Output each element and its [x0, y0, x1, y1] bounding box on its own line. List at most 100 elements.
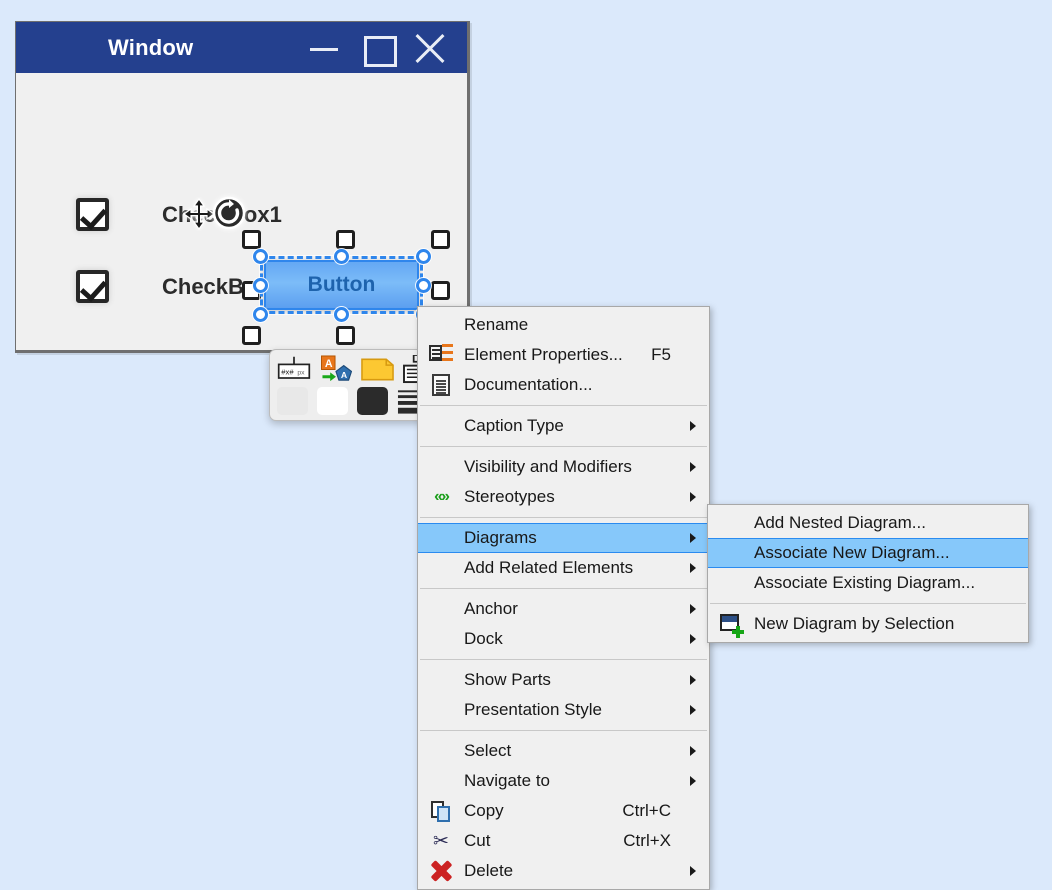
- menu-item-label: Anchor: [464, 599, 518, 618]
- outer-handle-e[interactable]: [431, 281, 450, 300]
- outer-handle-sw[interactable]: [242, 326, 261, 345]
- menu-item-stereotypes[interactable]: «» Stereotypes: [418, 482, 709, 512]
- menu-item-label: Cut: [464, 831, 491, 850]
- menu-item-diagrams[interactable]: Diagrams: [418, 523, 709, 553]
- minimize-icon[interactable]: [307, 31, 341, 65]
- svg-text:#x#: #x#: [281, 367, 294, 376]
- checkbox-2-box[interactable]: [76, 270, 109, 303]
- menu-item-shortcut: Ctrl+C: [622, 801, 671, 820]
- stereotypes-icon: «»: [434, 488, 450, 505]
- menu-separator: [420, 446, 707, 447]
- menu-separator: [710, 603, 1026, 604]
- menu-item-delete[interactable]: Delete: [418, 856, 709, 886]
- rotate-handle[interactable]: [212, 196, 246, 230]
- format-toolbar-row-2: [277, 387, 428, 415]
- menu-item-label: Select: [464, 741, 512, 760]
- menu-separator: [420, 517, 707, 518]
- menu-item-presentation-style[interactable]: Presentation Style: [418, 695, 709, 725]
- new-diagram-by-selection-icon: [719, 612, 744, 638]
- menu-item-copy[interactable]: Copy Ctrl+C: [418, 796, 709, 826]
- cut-icon: ✂: [433, 830, 449, 852]
- resize-handle-w[interactable]: [253, 278, 268, 293]
- outer-handle-nw[interactable]: [242, 230, 261, 249]
- menu-item-cut[interactable]: ✂ Cut Ctrl+X: [418, 826, 709, 856]
- menu-item-select[interactable]: Select: [418, 736, 709, 766]
- context-menu: Rename Element Properties... F5 Documentati…: [417, 306, 710, 890]
- submenu-item-new-diagram-by-selection[interactable]: New Diagram by Selection: [708, 609, 1028, 639]
- menu-item-label: Stereotypes: [464, 487, 555, 506]
- chevron-right-icon: [690, 421, 696, 431]
- chevron-right-icon: [690, 746, 696, 756]
- outer-handle-ne[interactable]: [431, 230, 450, 249]
- resize-handle-nw[interactable]: [253, 249, 268, 264]
- menu-item-shortcut: Ctrl+X: [623, 831, 671, 850]
- submenu-item-associate-existing-diagram[interactable]: Associate Existing Diagram...: [708, 568, 1028, 598]
- chevron-right-icon: [690, 462, 696, 472]
- chevron-right-icon: [690, 563, 696, 573]
- chevron-right-icon: [690, 776, 696, 786]
- menu-item-add-related-elements[interactable]: Add Related Elements: [418, 553, 709, 583]
- maximize-icon[interactable]: [360, 31, 397, 67]
- fill-color-dark-swatch[interactable]: [357, 387, 388, 415]
- diagrams-submenu: Add Nested Diagram... Associate New Diagr…: [707, 504, 1029, 643]
- checkbox-1-box[interactable]: [76, 198, 109, 231]
- menu-item-show-parts[interactable]: Show Parts: [418, 665, 709, 695]
- chevron-right-icon: [690, 705, 696, 715]
- menu-item-label: Diagrams: [464, 528, 537, 547]
- menu-item-label: Rename: [464, 315, 529, 334]
- menu-item-visibility-and-modifiers[interactable]: Visibility and Modifiers: [418, 452, 709, 482]
- menu-item-label: Caption Type: [464, 416, 564, 435]
- fill-color-white-swatch[interactable]: [317, 387, 348, 415]
- menu-item-label: Add Nested Diagram...: [754, 513, 926, 532]
- window-title: Window: [108, 34, 194, 60]
- menu-item-caption-type[interactable]: Caption Type: [418, 411, 709, 441]
- chevron-right-icon: [690, 533, 696, 543]
- menu-item-rename[interactable]: Rename: [418, 310, 709, 340]
- menu-item-label: Documentation...: [464, 375, 593, 394]
- menu-item-label: Navigate to: [464, 771, 550, 790]
- element-properties-icon: [429, 343, 453, 367]
- menu-separator: [420, 588, 707, 589]
- chevron-right-icon: [690, 675, 696, 685]
- menu-item-label: Visibility and Modifiers: [464, 457, 632, 476]
- size-px-icon[interactable]: #x# px: [277, 355, 311, 383]
- menu-separator: [420, 659, 707, 660]
- menu-item-label: Associate Existing Diagram...: [754, 573, 976, 592]
- menu-item-label: Add Related Elements: [464, 558, 634, 577]
- convert-shape-icon[interactable]: A A: [320, 354, 352, 383]
- menu-item-documentation[interactable]: Documentation...: [418, 370, 709, 400]
- menu-item-anchor[interactable]: Anchor: [418, 594, 709, 624]
- resize-handle-e[interactable]: [416, 278, 431, 293]
- menu-item-label: Copy: [464, 801, 504, 820]
- window-controls: [307, 31, 447, 67]
- window-titlebar: Window: [16, 22, 467, 73]
- chevron-right-icon: [690, 866, 696, 876]
- close-icon[interactable]: [413, 31, 447, 65]
- menu-separator: [420, 730, 707, 731]
- menu-item-label: Element Properties...: [464, 345, 623, 364]
- submenu-item-add-nested-diagram[interactable]: Add Nested Diagram...: [708, 508, 1028, 538]
- svg-text:A: A: [341, 370, 348, 380]
- menu-item-shortcut: F5: [651, 345, 671, 364]
- outer-handle-s[interactable]: [336, 326, 355, 345]
- fill-color-light-swatch[interactable]: [277, 387, 308, 415]
- menu-item-label: New Diagram by Selection: [754, 614, 955, 633]
- resize-handle-ne[interactable]: [416, 249, 431, 264]
- selection-outline: [259, 255, 424, 315]
- note-shape-icon[interactable]: [361, 355, 394, 383]
- chevron-right-icon: [690, 634, 696, 644]
- menu-separator: [420, 405, 707, 406]
- delete-icon: [429, 859, 453, 883]
- menu-item-navigate-to[interactable]: Navigate to: [418, 766, 709, 796]
- submenu-item-associate-new-diagram[interactable]: Associate New Diagram...: [708, 538, 1028, 568]
- menu-item-dock[interactable]: Dock: [418, 624, 709, 654]
- menu-item-element-properties[interactable]: Element Properties... F5: [418, 340, 709, 370]
- resize-handle-n[interactable]: [334, 249, 349, 264]
- menu-item-label: Delete: [464, 861, 514, 880]
- resize-handle-s[interactable]: [334, 307, 349, 322]
- format-toolbar-row-1: #x# px A A: [277, 354, 428, 383]
- documentation-icon: [429, 373, 453, 397]
- resize-handle-sw[interactable]: [253, 307, 268, 322]
- outer-handle-n[interactable]: [336, 230, 355, 249]
- svg-text:A: A: [325, 358, 333, 370]
